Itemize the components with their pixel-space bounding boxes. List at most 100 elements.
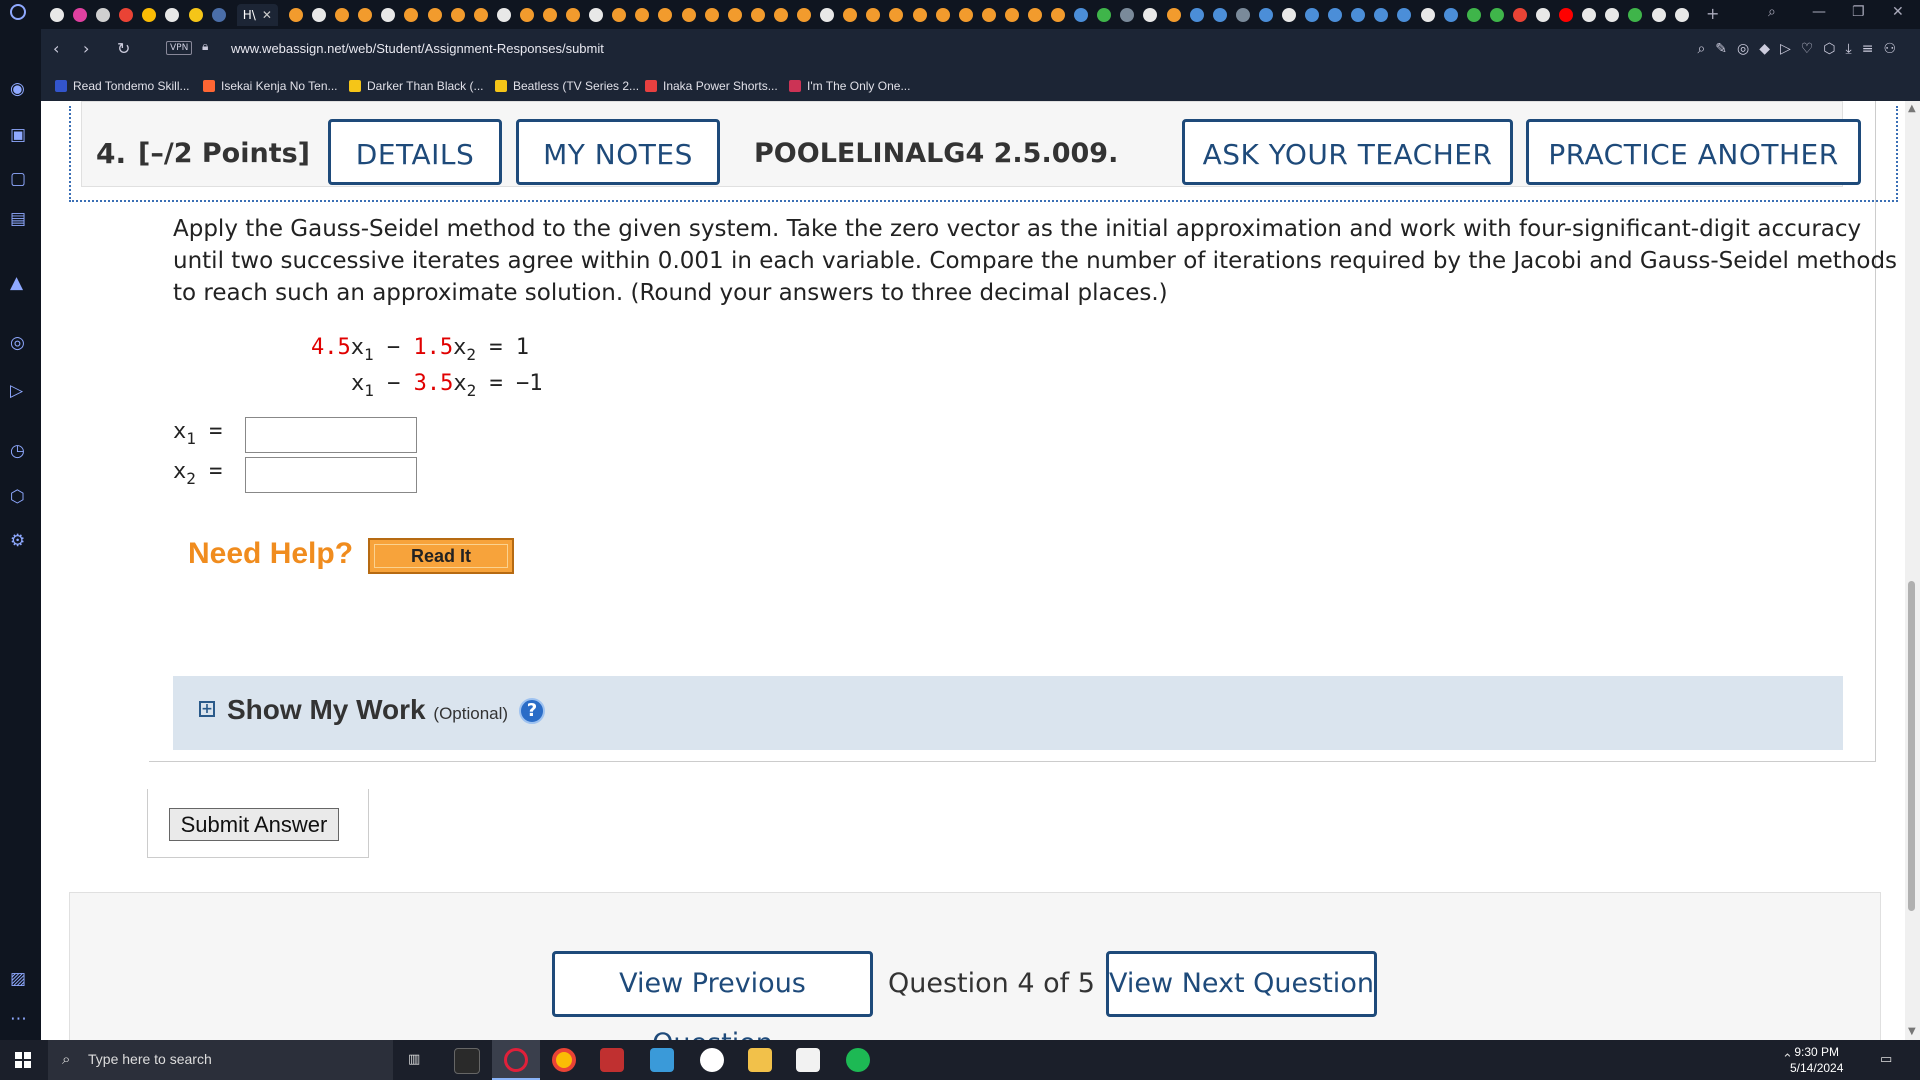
tab-favicon-icon[interactable] — [981, 8, 996, 22]
tab-favicon-icon[interactable] — [912, 8, 927, 22]
taskbar-clock[interactable]: 9:30 PM 5/14/2024 — [1790, 1044, 1843, 1076]
speed-dial-icon[interactable]: ◉ — [10, 79, 25, 99]
url-text[interactable]: www.webassign.net/web/Student/Assignment… — [231, 41, 604, 56]
expand-plus-icon[interactable]: + — [199, 701, 215, 717]
tab-favicon-icon[interactable] — [543, 8, 558, 22]
tab-favicon-icon[interactable] — [73, 8, 88, 22]
tab-favicon-icon[interactable] — [1212, 8, 1227, 22]
tab-favicon-icon[interactable] — [1351, 8, 1366, 22]
ask-your-teacher-button[interactable]: ASK YOUR TEACHER — [1182, 119, 1513, 185]
tab-favicon-icon[interactable] — [866, 8, 881, 22]
close-window-icon[interactable]: ✕ — [1892, 4, 1904, 20]
history-icon[interactable]: ◷ — [10, 441, 25, 461]
epic-games-icon[interactable] — [454, 1048, 480, 1074]
tab-favicon-icon[interactable] — [1559, 8, 1574, 22]
task-view-icon[interactable]: ▥ — [408, 1052, 420, 1067]
send-icon[interactable]: ▷ — [10, 381, 23, 401]
tab-favicon-icon[interactable] — [404, 8, 419, 22]
tab-favicon-icon[interactable] — [1536, 8, 1551, 22]
minimize-icon[interactable]: — — [1812, 4, 1826, 20]
tab-favicon-icon[interactable] — [820, 8, 835, 22]
my-notes-button[interactable]: MY NOTES — [516, 119, 720, 185]
tab-favicon-icon[interactable] — [1582, 8, 1597, 22]
tab-favicon-icon[interactable] — [1605, 8, 1620, 22]
restore-icon[interactable]: ❐ — [1852, 4, 1865, 20]
windows-start-icon[interactable] — [15, 1052, 31, 1068]
forward-icon[interactable]: › — [83, 39, 89, 58]
spotify-icon[interactable] — [846, 1048, 870, 1072]
tab-favicon-icon[interactable] — [1143, 8, 1158, 22]
tab-favicon-icon[interactable] — [1074, 8, 1089, 22]
tab-favicon-icon[interactable] — [1282, 8, 1297, 22]
tab-favicon-icon[interactable] — [1097, 8, 1112, 22]
tab-favicon-icon[interactable] — [935, 8, 950, 22]
notification-icon[interactable]: ▭ — [1880, 1052, 1892, 1067]
tab-favicon-icon[interactable] — [1397, 8, 1412, 22]
tab-favicon-icon[interactable] — [1443, 8, 1458, 22]
tab-favicon-icon[interactable] — [1512, 8, 1527, 22]
tab-favicon-icon[interactable] — [50, 8, 64, 22]
view-next-question-button[interactable]: View Next Question — [1106, 951, 1377, 1017]
bookmark-item[interactable]: Inaka Power Shorts... — [645, 79, 778, 93]
opera-taskbar-icon[interactable] — [504, 1048, 528, 1072]
read-it-button[interactable]: Read It — [368, 538, 514, 574]
tab-favicon-icon[interactable] — [727, 8, 742, 22]
new-tab-icon[interactable]: + — [1706, 4, 1719, 23]
tab-favicon-icon[interactable] — [750, 8, 765, 22]
tab-favicon-icon[interactable] — [450, 8, 465, 22]
tab-favicon-icon[interactable] — [1374, 8, 1389, 22]
app-icon[interactable] — [600, 1048, 624, 1072]
tab-favicon-icon[interactable] — [1420, 8, 1435, 22]
tab-favicon-icon[interactable] — [496, 8, 511, 22]
vpn-badge[interactable]: VPN — [166, 41, 193, 55]
taskbar-search[interactable]: ⌕ Type here to search — [48, 1040, 393, 1080]
tab-favicon-icon[interactable] — [1166, 8, 1181, 22]
opera-logo-icon[interactable] — [10, 4, 26, 20]
notepad-icon[interactable] — [796, 1048, 820, 1072]
tab-favicon-icon[interactable] — [1051, 8, 1066, 22]
tab-favicon-icon[interactable] — [142, 8, 157, 22]
tab-favicon-icon[interactable] — [211, 8, 226, 22]
tab-favicon-icon[interactable] — [1120, 8, 1135, 22]
tab-favicon-icon[interactable] — [1004, 8, 1019, 22]
tab-favicon-icon[interactable] — [889, 8, 904, 22]
aria-icon[interactable]: ▲ — [10, 273, 23, 293]
page-scrollbar[interactable]: ▲ ▼ — [1905, 101, 1920, 1040]
tab-favicon-icon[interactable] — [681, 8, 696, 22]
tab-favicon-icon[interactable] — [381, 8, 396, 22]
workspace-icon[interactable]: ▤ — [10, 209, 26, 229]
tab-favicon-icon[interactable] — [1651, 8, 1666, 22]
tab-favicon-icon[interactable] — [843, 8, 858, 22]
tab-favicon-icon[interactable] — [566, 8, 581, 22]
tab-favicon-icon[interactable] — [704, 8, 719, 22]
app-f-icon[interactable] — [650, 1048, 674, 1072]
twitch-icon[interactable]: ▢ — [10, 169, 26, 189]
more-icon[interactable]: ⋯ — [10, 1009, 27, 1029]
tab-favicon-icon[interactable] — [797, 8, 812, 22]
close-tab-icon[interactable]: ✕ — [262, 8, 272, 22]
bookmark-item[interactable]: Isekai Kenja No Ten... — [203, 79, 338, 93]
tab-favicon-icon[interactable] — [1235, 8, 1250, 22]
box-icon[interactable]: ⬡ — [10, 487, 25, 507]
tab-favicon-icon[interactable] — [165, 8, 180, 22]
tab-favicon-icon[interactable] — [1674, 8, 1689, 22]
player-icon[interactable]: ◎ — [10, 333, 25, 353]
tab-favicon-icon[interactable] — [1027, 8, 1042, 22]
clock-app-icon[interactable] — [700, 1048, 724, 1072]
tab-favicon-icon[interactable] — [96, 8, 111, 22]
scrollbar-thumb[interactable] — [1908, 581, 1915, 911]
back-icon[interactable]: ‹ — [53, 39, 59, 58]
tab-favicon-icon[interactable] — [1328, 8, 1343, 22]
tab-favicon-icon[interactable] — [658, 8, 673, 22]
tab-favicon-icon[interactable] — [188, 8, 203, 22]
tab-favicon-icon[interactable] — [312, 8, 327, 22]
tab-favicon-icon[interactable] — [773, 8, 788, 22]
bookmark-item[interactable]: Darker Than Black (... — [349, 79, 483, 93]
file-explorer-icon[interactable] — [748, 1048, 772, 1072]
details-button[interactable]: DETAILS — [328, 119, 502, 185]
tab-search-icon[interactable]: ⌕ — [1768, 4, 1776, 20]
reload-icon[interactable]: ↻ — [117, 39, 130, 58]
bookmark-item[interactable]: I'm The Only One... — [789, 79, 910, 93]
tab-favicon-icon[interactable] — [519, 8, 534, 22]
tab-favicon-icon[interactable] — [1305, 8, 1320, 22]
